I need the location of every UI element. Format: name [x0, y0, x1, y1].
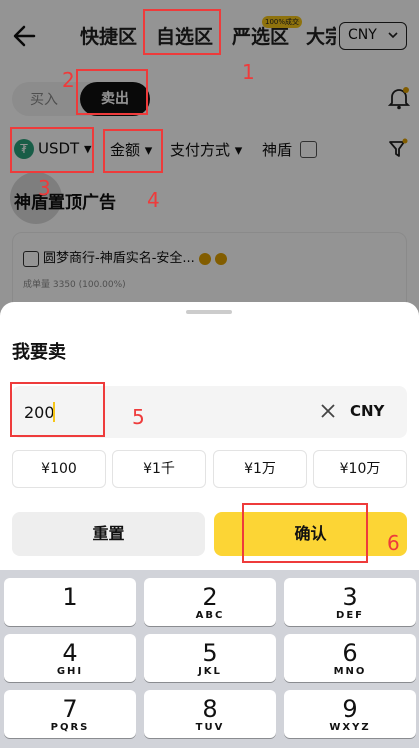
clear-icon[interactable]	[318, 400, 338, 422]
key-letters: ABC	[195, 610, 225, 621]
key-digit: 6	[342, 639, 358, 667]
annotation-box-2	[76, 69, 148, 115]
key-letters: JKL	[198, 666, 222, 677]
key-digit: 8	[202, 695, 218, 723]
key-1[interactable]: 1	[4, 578, 136, 626]
preset-10k[interactable]: ¥1万	[213, 450, 307, 488]
key-letters: GHI	[56, 666, 84, 677]
annotation-box-5	[10, 382, 105, 437]
key-7[interactable]: 7 PQRS	[4, 690, 136, 738]
key-digit: 5	[202, 639, 218, 667]
key-letters: TUV	[195, 722, 225, 733]
preset-100[interactable]: ¥100	[12, 450, 106, 488]
preset-1k[interactable]: ¥1千	[112, 450, 206, 488]
annotation-number-5: 5	[132, 405, 145, 429]
amount-presets: ¥100 ¥1千 ¥1万 ¥10万	[12, 450, 407, 488]
key-2[interactable]: 2 ABC	[144, 578, 276, 626]
key-letters: MNO	[333, 666, 367, 677]
annotation-number-2: 2	[62, 68, 75, 92]
key-letters: DEF	[336, 610, 364, 621]
preset-100k[interactable]: ¥10万	[313, 450, 407, 488]
key-4[interactable]: 4 GHI	[4, 634, 136, 682]
key-digit: 7	[62, 695, 78, 723]
key-digit: 1	[62, 583, 78, 611]
annotation-box-4	[103, 129, 163, 173]
key-digit: 3	[342, 583, 358, 611]
key-6[interactable]: 6 MNO	[284, 634, 416, 682]
key-9[interactable]: 9 WXYZ	[284, 690, 416, 738]
key-letters: WXYZ	[329, 722, 371, 733]
annotation-number-6: 6	[387, 531, 400, 555]
key-3[interactable]: 3 DEF	[284, 578, 416, 626]
key-digit: 2	[202, 583, 218, 611]
annotation-number-3: 3	[38, 176, 51, 200]
key-digit: 4	[62, 639, 78, 667]
key-letters: PQRS	[50, 722, 90, 733]
amount-unit: CNY	[350, 402, 385, 420]
numeric-keyboard: 1 2 ABC 3 DEF 4 GHI 5 JKL 6 MNO 7 PQRS 8 TUV 9W…	[0, 570, 419, 748]
annotation-number-4: 4	[147, 188, 160, 212]
key-digit: 9	[342, 695, 358, 723]
annotation-number-1: 1	[242, 60, 255, 84]
key-8[interactable]: 8 TUV	[144, 690, 276, 738]
key-5[interactable]: 5 JKL	[144, 634, 276, 682]
reset-button[interactable]: 重置	[12, 512, 205, 556]
annotation-box-1	[143, 9, 221, 55]
sheet-title: 我要卖	[12, 342, 66, 363]
annotation-box-3	[10, 127, 94, 173]
annotation-box-6	[242, 503, 368, 563]
sheet-handle[interactable]	[186, 310, 232, 314]
